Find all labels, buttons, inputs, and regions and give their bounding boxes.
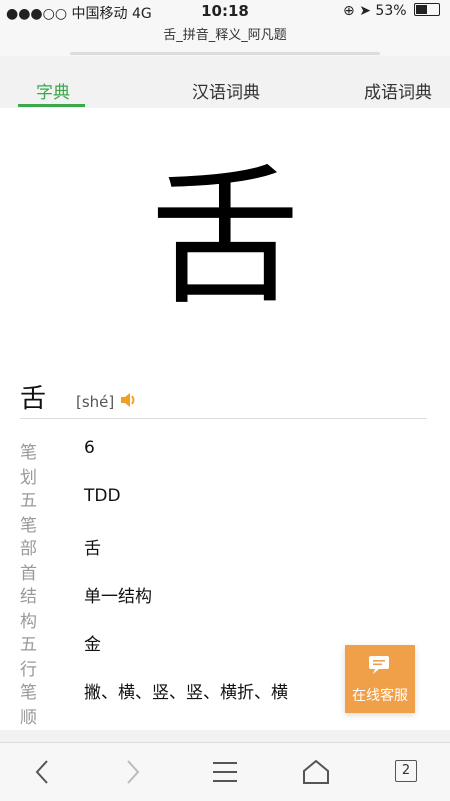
online-service-label: 在线客服 <box>352 688 408 704</box>
info-value: 舌 <box>84 539 101 559</box>
menu-icon[interactable] <box>209 757 241 787</box>
speaker-icon[interactable] <box>120 392 136 408</box>
scroll-indicator <box>70 52 380 55</box>
battery-icon <box>414 3 440 16</box>
info-key: 笔划 <box>20 443 37 488</box>
location-icon: ➤ <box>359 3 371 19</box>
info-value: 6 <box>84 438 95 458</box>
info-value: 单一结构 <box>84 587 152 607</box>
pinyin: [shé] <box>76 393 115 411</box>
info-key: 结构 <box>20 587 37 632</box>
forward-icon[interactable] <box>116 757 148 787</box>
page-title: 舌_拼音_释义_阿凡题 <box>163 28 287 43</box>
rotation-lock-icon: ⊕ <box>343 3 355 19</box>
info-value: 金 <box>84 635 101 655</box>
browser-toolbar: 2 <box>0 742 450 801</box>
chat-bubble-icon <box>369 656 389 674</box>
tab-idioms[interactable]: 成语词典 <box>364 78 432 103</box>
character-header: 舌 [shé] <box>20 378 427 419</box>
info-value: TDD <box>84 486 121 506</box>
tab-bar: 字典 汉语词典 成语词典 <box>0 58 450 108</box>
large-character: 舌 <box>149 151 300 325</box>
back-icon[interactable] <box>27 757 59 787</box>
tab-count-button[interactable]: 2 <box>395 760 417 782</box>
info-key: 五笔 <box>20 491 37 536</box>
tab-chinese-words[interactable]: 汉语词典 <box>192 78 260 103</box>
status-bar: ●●●○○ 中国移动 4G 10:18 ⊕ ➤ 53% <box>0 0 450 22</box>
info-key: 部首 <box>20 539 37 584</box>
online-service-button[interactable]: 在线客服 <box>345 645 415 713</box>
info-value: 撇、横、竖、竖、横折、横 <box>84 683 288 703</box>
address-bar[interactable]: 舌_拼音_释义_阿凡题 <box>0 22 450 56</box>
tab-dictionary[interactable]: 字典 <box>36 78 70 103</box>
battery-percent: 53% <box>375 3 407 19</box>
info-key: 五行 <box>20 635 37 680</box>
character-glyph: 舌 <box>20 384 47 414</box>
home-icon[interactable] <box>300 757 332 787</box>
main-content: 舌 舌 [shé] 笔划 6 五笔 TDD 部首 舌 结构 单一结构 五行 金 … <box>0 108 450 730</box>
status-right: ⊕ ➤ 53% <box>343 3 440 19</box>
active-tab-indicator <box>18 104 85 107</box>
info-key: 笔顺 <box>20 683 37 728</box>
